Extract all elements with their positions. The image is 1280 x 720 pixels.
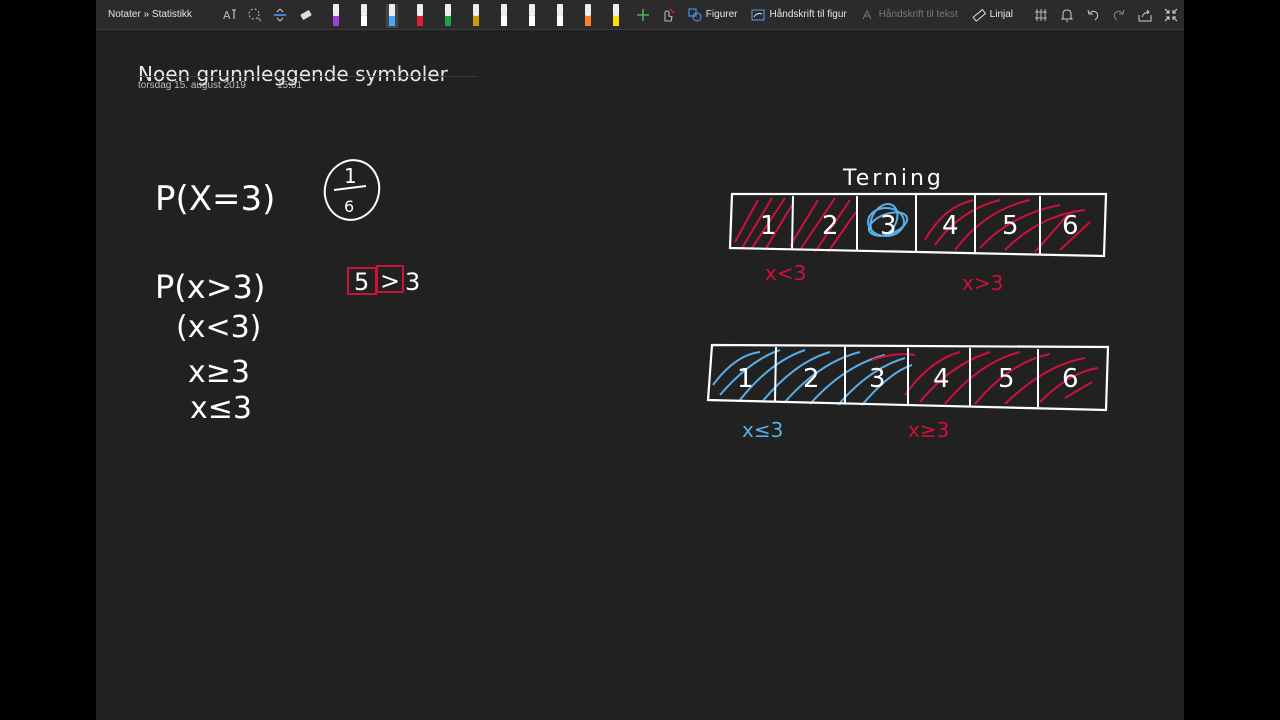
ink-expr-2[interactable]: P(x>3) <box>155 268 265 306</box>
ink-expr-1-text: P(X=3) <box>155 179 275 219</box>
die-face-1-6: 6 <box>1062 211 1079 241</box>
die-row-1-frame <box>728 192 1108 258</box>
die-face-2-3: 3 <box>869 364 886 394</box>
ink-expr-4[interactable]: x≥3 <box>188 355 250 390</box>
ink-example-right: 3 <box>405 268 420 296</box>
row2-left-label: x≤3 <box>742 418 783 442</box>
die-face-2-5: 5 <box>998 364 1015 394</box>
ink-layer[interactable]: P(X=3) 1 6 P(x>3) (x<3) x≥3 x≤3 5 > 3 Te… <box>0 0 1280 720</box>
die-face-1-3: 3 <box>880 211 897 241</box>
row1-left-label: x<3 <box>765 261 806 285</box>
ink-example-op: > <box>380 267 400 295</box>
row2-right-label: x≥3 <box>908 418 949 442</box>
die-row-1[interactable]: 1 2 3 4 5 6 x<3 x>3 <box>728 192 1108 295</box>
ink-expr-5[interactable]: x≤3 <box>190 391 252 426</box>
die-face-1-2: 2 <box>822 211 839 241</box>
die-row-2[interactable]: 1 2 3 4 5 6 x≤3 x≥3 <box>706 343 1110 442</box>
ink-expr-3[interactable]: (x<3) <box>176 310 261 345</box>
ink-fraction[interactable]: 1 6 <box>318 154 386 226</box>
die-face-1-4: 4 <box>942 211 959 241</box>
die-face-1-5: 5 <box>1002 211 1019 241</box>
die-face-2-6: 6 <box>1062 364 1079 394</box>
die-title[interactable]: Terning <box>842 166 944 191</box>
ink-example[interactable]: 5 > 3 <box>347 265 420 296</box>
ink-example-left: 5 <box>354 268 369 296</box>
die-face-2-1: 1 <box>737 364 754 394</box>
ink-expr-1[interactable]: P(X=3) <box>155 179 275 219</box>
die-face-2-2: 2 <box>803 364 820 394</box>
ink-fraction-num: 1 <box>344 164 357 188</box>
die-face-2-4: 4 <box>933 364 950 394</box>
ink-fraction-den: 6 <box>344 197 354 216</box>
row1-right-label: x>3 <box>962 271 1003 295</box>
die-face-1-1: 1 <box>760 211 777 241</box>
